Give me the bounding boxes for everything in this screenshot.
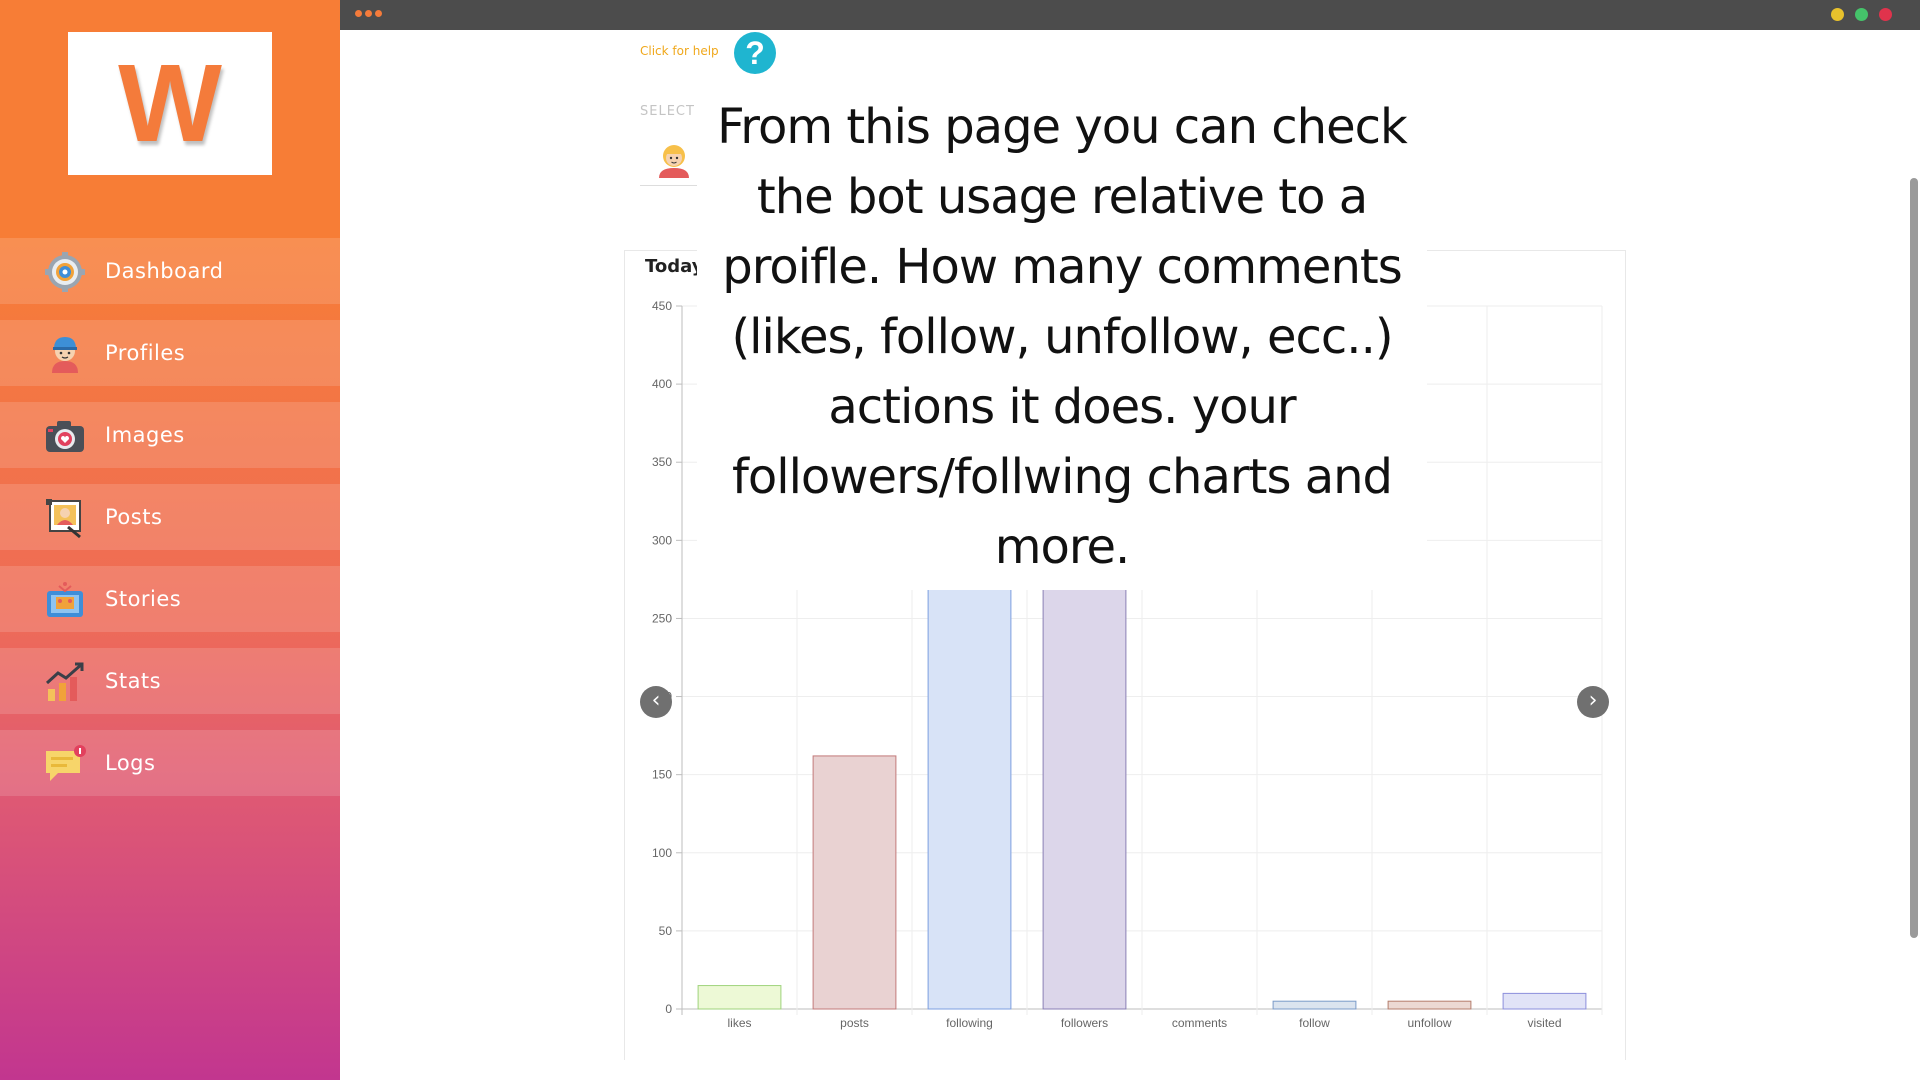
window-controls	[1831, 8, 1892, 21]
dashboard-gear-icon	[45, 252, 85, 292]
y-tick-label: 300	[652, 533, 672, 547]
help-overlay: From this page you can check the bot usa…	[697, 80, 1427, 590]
top-bar	[340, 0, 1920, 30]
sidebar: W Dashboard Profiles Images Posts Storie…	[0, 0, 340, 1080]
chart-title: Today	[645, 256, 704, 277]
sidebar-item-label: Stats	[105, 669, 162, 693]
y-tick-label: 150	[652, 768, 672, 782]
y-tick-label: 400	[652, 377, 672, 391]
next-arrow-button[interactable]: ›	[1577, 686, 1609, 718]
menu-dots-icon[interactable]	[355, 10, 382, 17]
sidebar-item-dashboard[interactable]: Dashboard	[0, 238, 340, 304]
sidebar-item-label: Logs	[105, 751, 156, 775]
sidebar-item-profiles[interactable]: Profiles	[0, 320, 340, 386]
minimize-dot[interactable]	[1831, 8, 1844, 21]
sidebar-nav: Dashboard Profiles Images Posts Stories …	[0, 238, 340, 812]
x-tick-label: posts	[840, 1016, 869, 1030]
x-tick-label: follow	[1299, 1016, 1330, 1030]
sidebar-item-label: Profiles	[105, 341, 186, 365]
stats-chart-icon	[45, 662, 84, 701]
sidebar-item-stats[interactable]: Stats	[0, 648, 340, 714]
y-tick-label: 250	[652, 611, 672, 625]
y-tick-label: 50	[659, 924, 673, 938]
sidebar-item-label: Posts	[105, 505, 163, 529]
bar-follow	[1272, 1000, 1357, 1010]
profile-avatar-icon	[52, 337, 78, 373]
help-button[interactable]: ?	[734, 32, 776, 74]
overlay-text: From this page you can check the bot usa…	[717, 99, 1408, 575]
scrollbar[interactable]	[1910, 178, 1918, 938]
bar-visited	[1502, 992, 1587, 1010]
x-tick-label: followers	[1061, 1016, 1108, 1030]
sidebar-item-stories[interactable]: Stories	[0, 566, 340, 632]
bar-likes	[697, 985, 782, 1010]
logo-letter: W	[118, 41, 222, 165]
help-link[interactable]: Click for help	[640, 44, 719, 58]
sidebar-item-posts[interactable]: Posts	[0, 484, 340, 550]
bar-posts	[812, 755, 897, 1010]
y-tick-label: 0	[665, 1002, 672, 1016]
y-tick-label: 100	[652, 846, 672, 860]
chat-log-icon	[46, 745, 86, 781]
x-tick-label: likes	[727, 1016, 751, 1030]
stories-icon	[47, 582, 83, 617]
app-logo[interactable]: W	[68, 32, 272, 175]
profile-select[interactable]	[640, 130, 698, 186]
select-label: SELECT	[640, 104, 695, 119]
x-tick-label: following	[946, 1016, 993, 1030]
x-tick-label: visited	[1527, 1016, 1561, 1030]
y-tick-label: 450	[652, 299, 672, 313]
sidebar-item-logs[interactable]: Logs	[0, 730, 340, 796]
prev-arrow-button[interactable]: ‹	[640, 686, 672, 718]
sidebar-item-label: Images	[105, 423, 185, 447]
bar-unfollow	[1387, 1000, 1472, 1010]
x-tick-label: unfollow	[1407, 1016, 1451, 1030]
y-tick-label: 350	[652, 455, 672, 469]
profile-avatar-icon	[659, 145, 689, 178]
sidebar-item-label: Stories	[105, 587, 182, 611]
post-picture-icon	[46, 499, 81, 539]
x-tick-label: comments	[1172, 1016, 1227, 1030]
maximize-dot[interactable]	[1855, 8, 1868, 21]
sidebar-item-images[interactable]: Images	[0, 402, 340, 468]
sidebar-item-label: Dashboard	[105, 259, 224, 283]
camera-icon	[46, 421, 84, 452]
close-dot[interactable]	[1879, 8, 1892, 21]
